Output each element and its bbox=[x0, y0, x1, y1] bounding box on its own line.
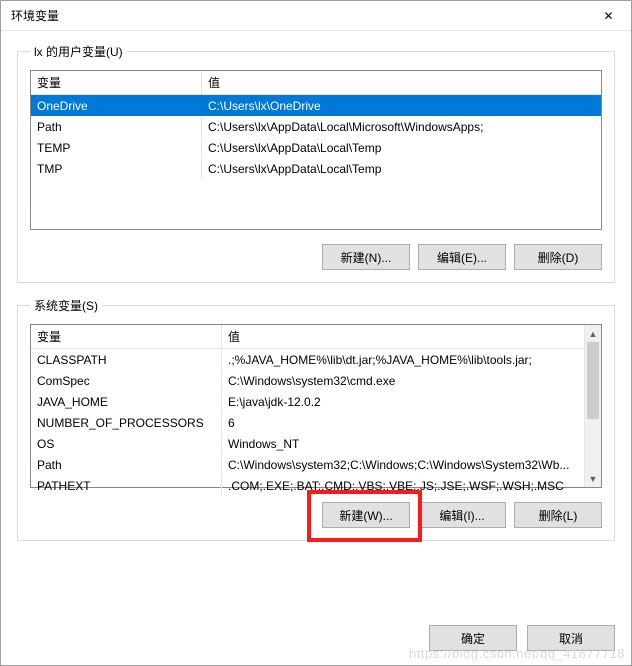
cell-value: .;%JAVA_HOME%\lib\dt.jar;%JAVA_HOME%\lib… bbox=[221, 350, 601, 370]
table-row[interactable]: PATHEXT.COM;.EXE;.BAT;.CMD;.VBS;.VBE;.JS… bbox=[31, 475, 601, 496]
ok-button[interactable]: 确定 bbox=[429, 625, 517, 651]
scroll-thumb[interactable] bbox=[587, 342, 599, 419]
user-vars-legend: lx 的用户变量(U) bbox=[30, 43, 127, 60]
cancel-button[interactable]: 取消 bbox=[527, 625, 615, 651]
cell-name: JAVA_HOME bbox=[31, 392, 221, 412]
table-row[interactable]: TEMPC:\Users\lx\AppData\Local\Temp bbox=[31, 137, 601, 158]
cell-value: C:\Windows\system32;C:\Windows;C:\Window… bbox=[221, 455, 601, 475]
cell-value: C:\Windows\system32\cmd.exe bbox=[221, 371, 601, 391]
table-row[interactable]: OSWindows_NT bbox=[31, 433, 601, 454]
cell-value: C:\Users\lx\OneDrive bbox=[201, 96, 601, 116]
system-new-button[interactable]: 新建(W)... bbox=[322, 502, 410, 528]
cell-value: 6 bbox=[221, 413, 601, 433]
table-row[interactable]: PathC:\Users\lx\AppData\Local\Microsoft\… bbox=[31, 116, 601, 137]
user-vars-group: lx 的用户变量(U) 变量 值 OneDriveC:\Users\lx\One… bbox=[17, 43, 615, 283]
cell-name: ComSpec bbox=[31, 371, 221, 391]
cell-name: TEMP bbox=[31, 138, 201, 158]
scroll-down-icon[interactable]: ▼ bbox=[585, 470, 601, 487]
table-row[interactable]: OneDriveC:\Users\lx\OneDrive bbox=[31, 95, 601, 116]
cell-value: C:\Users\lx\AppData\Local\Microsoft\Wind… bbox=[201, 117, 601, 137]
system-scrollbar[interactable]: ▲ ▼ bbox=[584, 325, 601, 487]
table-row[interactable]: TMPC:\Users\lx\AppData\Local\Temp bbox=[31, 158, 601, 179]
cell-name: PATHEXT bbox=[31, 476, 221, 496]
cell-value: C:\Users\lx\AppData\Local\Temp bbox=[201, 159, 601, 179]
system-vars-group: 系统变量(S) 变量 值 CLASSPATH.;%JAVA_HOME%\lib\… bbox=[17, 297, 615, 541]
table-row[interactable]: PathC:\Windows\system32;C:\Windows;C:\Wi… bbox=[31, 454, 601, 475]
env-vars-dialog: 环境变量 ✕ lx 的用户变量(U) 变量 值 OneDriveC:\Users… bbox=[0, 0, 632, 666]
system-delete-button[interactable]: 删除(L) bbox=[514, 502, 602, 528]
cell-value: C:\Users\lx\AppData\Local\Temp bbox=[201, 138, 601, 158]
user-table-header[interactable]: 变量 值 bbox=[31, 71, 601, 95]
cell-name: Path bbox=[31, 117, 201, 137]
table-row[interactable]: ComSpecC:\Windows\system32\cmd.exe bbox=[31, 370, 601, 391]
system-table-header[interactable]: 变量 值 bbox=[31, 325, 601, 349]
scroll-track[interactable] bbox=[585, 342, 601, 470]
col-header-value[interactable]: 值 bbox=[221, 325, 601, 348]
table-row[interactable]: NUMBER_OF_PROCESSORS6 bbox=[31, 412, 601, 433]
system-vars-legend: 系统变量(S) bbox=[30, 297, 102, 314]
scroll-up-icon[interactable]: ▲ bbox=[585, 325, 601, 342]
cell-value: .COM;.EXE;.BAT;.CMD;.VBS;.VBE;.JS;.JSE;.… bbox=[221, 476, 601, 496]
user-rows: OneDriveC:\Users\lx\OneDrivePathC:\Users… bbox=[31, 95, 601, 179]
table-row[interactable]: JAVA_HOMEE:\java\jdk-12.0.2 bbox=[31, 391, 601, 412]
system-buttons: 新建(W)... 编辑(I)... 删除(L) bbox=[30, 502, 602, 528]
user-delete-button[interactable]: 删除(D) bbox=[514, 244, 602, 270]
titlebar: 环境变量 ✕ bbox=[1, 1, 631, 31]
table-row[interactable]: CLASSPATH.;%JAVA_HOME%\lib\dt.jar;%JAVA_… bbox=[31, 349, 601, 370]
col-header-name[interactable]: 变量 bbox=[31, 325, 221, 348]
cell-name: CLASSPATH bbox=[31, 350, 221, 370]
window-title: 环境变量 bbox=[11, 7, 586, 24]
cell-name: NUMBER_OF_PROCESSORS bbox=[31, 413, 221, 433]
cell-name: TMP bbox=[31, 159, 201, 179]
user-new-button[interactable]: 新建(N)... bbox=[322, 244, 410, 270]
cell-name: OS bbox=[31, 434, 221, 454]
system-vars-table[interactable]: 变量 值 CLASSPATH.;%JAVA_HOME%\lib\dt.jar;%… bbox=[30, 324, 602, 488]
col-header-value[interactable]: 值 bbox=[201, 71, 601, 94]
close-icon: ✕ bbox=[603, 9, 613, 23]
user-vars-table[interactable]: 变量 值 OneDriveC:\Users\lx\OneDrivePathC:\… bbox=[30, 70, 602, 230]
col-header-name[interactable]: 变量 bbox=[31, 71, 201, 94]
cell-name: Path bbox=[31, 455, 221, 475]
system-rows: CLASSPATH.;%JAVA_HOME%\lib\dt.jar;%JAVA_… bbox=[31, 349, 601, 496]
system-edit-button[interactable]: 编辑(I)... bbox=[418, 502, 506, 528]
cell-name: OneDrive bbox=[31, 96, 201, 116]
close-button[interactable]: ✕ bbox=[586, 1, 631, 31]
user-edit-button[interactable]: 编辑(E)... bbox=[418, 244, 506, 270]
dialog-footer: 确定 取消 bbox=[1, 621, 631, 665]
cell-value: Windows_NT bbox=[221, 434, 601, 454]
dialog-body: lx 的用户变量(U) 变量 值 OneDriveC:\Users\lx\One… bbox=[1, 31, 631, 621]
cell-value: E:\java\jdk-12.0.2 bbox=[221, 392, 601, 412]
user-buttons: 新建(N)... 编辑(E)... 删除(D) bbox=[30, 244, 602, 270]
